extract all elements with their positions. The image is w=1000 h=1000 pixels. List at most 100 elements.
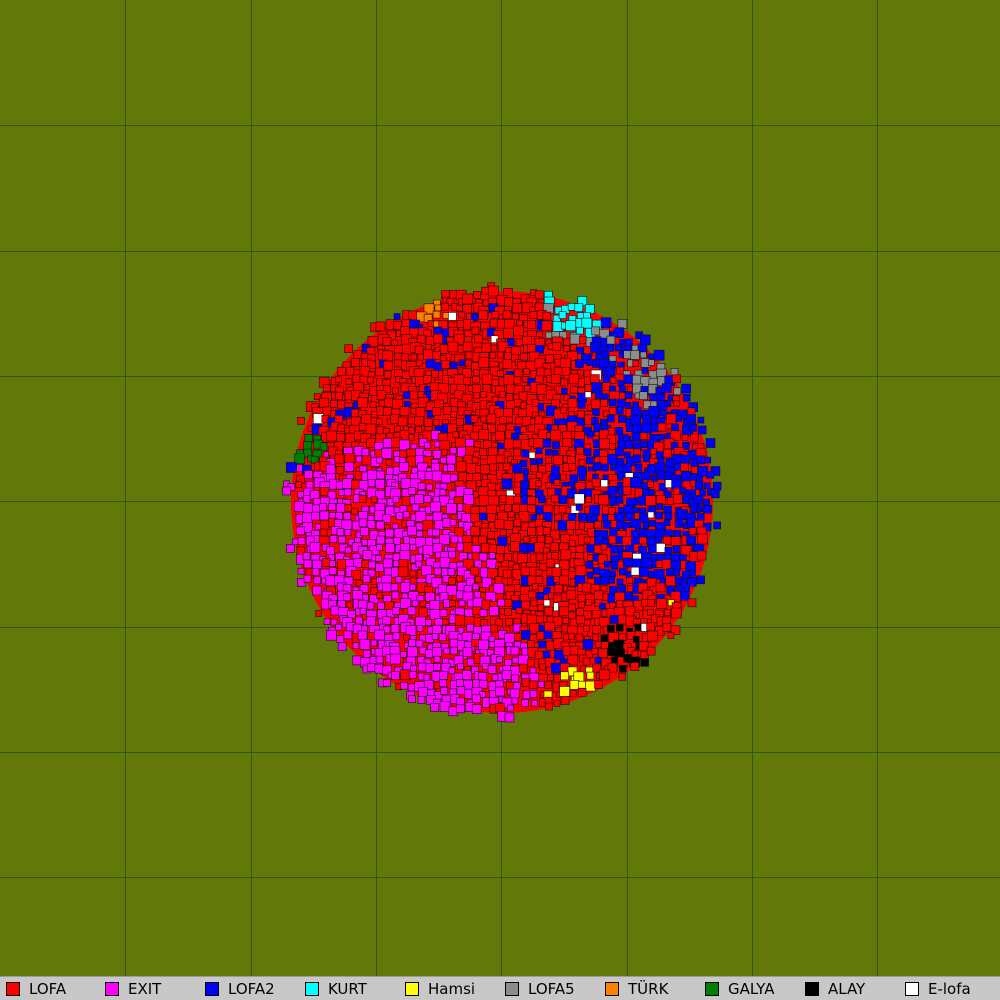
territory-cell: [345, 601, 353, 609]
territory-cell: [699, 489, 706, 497]
territory-cell: [521, 699, 529, 707]
territory-cell: [520, 352, 528, 361]
territory-cell: [367, 514, 375, 522]
territory-cell: [383, 679, 391, 687]
territory-cell: [600, 584, 608, 592]
territory-cell: [286, 544, 295, 553]
territory-cell: [594, 520, 603, 529]
territory-cell: [384, 397, 394, 408]
territory-cell: [642, 521, 650, 529]
territory-cell: [527, 424, 536, 433]
territory-cell: [336, 635, 345, 643]
territory-cell: [505, 393, 514, 402]
territory-cell: [632, 454, 642, 464]
territory-disc[interactable]: [282, 282, 722, 723]
territory-cell: [410, 353, 418, 361]
territory-cell: [382, 350, 393, 362]
territory-cell: [528, 680, 538, 690]
territory-cell: [414, 554, 423, 562]
territory-cell: [447, 463, 455, 472]
territory-cell: [552, 342, 562, 352]
territory-cell: [409, 583, 417, 591]
territory-cell: [496, 545, 505, 555]
territory-cell: [569, 680, 580, 690]
territory-cell: [619, 567, 627, 576]
territory-cell: [358, 423, 367, 431]
territory-cell: [477, 639, 489, 651]
territory-cell: [703, 504, 712, 514]
territory-cell: [512, 495, 521, 504]
territory-cell: [585, 456, 594, 465]
territory-cell: [415, 359, 423, 367]
territory-cell: [518, 408, 528, 418]
territory-cell: [501, 478, 513, 490]
territory-cell: [329, 560, 336, 567]
territory-cell: [336, 528, 345, 536]
territory-cell: [553, 576, 560, 583]
territory-cell: [449, 638, 459, 648]
territory-cell: [442, 312, 450, 319]
territory-map-canvas[interactable]: [0, 0, 1000, 976]
territory-cell: [497, 351, 505, 359]
territory-cell: [366, 663, 376, 672]
territory-cell: [458, 599, 466, 607]
territory-cell: [312, 585, 322, 596]
legend-swatch-alay: [805, 982, 819, 996]
territory-cell: [383, 360, 394, 371]
territory-cell: [479, 691, 487, 698]
territory-cell: [647, 481, 654, 488]
territory-cell: [313, 576, 322, 585]
legend-label-e-lofa: E-lofa: [928, 980, 971, 998]
territory-cell: [670, 536, 681, 546]
territory-cell: [655, 543, 666, 553]
territory-cell: [400, 582, 412, 593]
territory-cell: [478, 310, 488, 320]
territory-cell: [282, 486, 291, 496]
territory-cell: [630, 350, 640, 360]
territory-cell: [513, 368, 523, 378]
territory-cell: [393, 313, 401, 320]
territory-cell: [365, 423, 377, 435]
territory-cell: [670, 367, 679, 376]
territory-cell: [389, 653, 401, 665]
game-map[interactable]: [0, 0, 1000, 976]
territory-cell: [663, 519, 671, 526]
territory-cell: [581, 582, 592, 593]
territory-cell: [330, 400, 338, 408]
territory-cell: [470, 415, 479, 423]
territory-cell: [622, 557, 633, 568]
territory-cell: [471, 456, 479, 464]
territory-cell: [533, 437, 545, 449]
territory-cell: [591, 648, 599, 655]
territory-cell: [624, 401, 632, 409]
territory-cell: [642, 471, 651, 481]
territory-cell: [496, 656, 503, 663]
territory-cell: [535, 447, 543, 455]
territory-cell: [499, 416, 507, 424]
territory-cell: [361, 455, 372, 466]
territory-cell: [507, 704, 514, 712]
territory-cell: [472, 583, 480, 591]
territory-cell: [455, 437, 466, 449]
territory-cell: [430, 703, 440, 712]
territory-cell: [493, 582, 505, 594]
territory-cell: [610, 614, 619, 624]
territory-cell: [302, 552, 311, 561]
territory-cell: [632, 423, 642, 434]
territory-cell: [408, 310, 418, 321]
territory-cell: [319, 510, 330, 521]
territory-cell: [469, 526, 480, 537]
territory-cell: [534, 541, 545, 553]
territory-cell: [328, 567, 337, 576]
territory-cell: [626, 576, 634, 584]
territory-cell: [449, 447, 457, 455]
territory-cell: [554, 488, 563, 496]
territory-cell: [567, 513, 577, 522]
territory-cell: [631, 432, 642, 442]
territory-cell: [553, 584, 563, 594]
legend-label-galya: GALYA: [728, 980, 775, 998]
territory-cell: [641, 367, 649, 374]
territory-cell: [679, 487, 686, 494]
territory-cell: [569, 344, 577, 351]
territory-cell: [326, 430, 337, 442]
